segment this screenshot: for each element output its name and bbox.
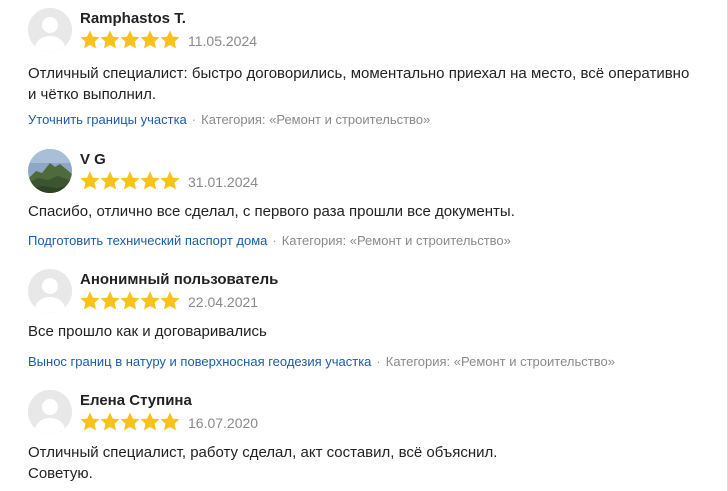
default-avatar-icon[interactable] bbox=[28, 269, 72, 313]
review-date: 16.07.2020 bbox=[188, 415, 259, 431]
review-category: Категория: «Ремонт и строительство» bbox=[281, 233, 511, 248]
service-link[interactable]: Подготовить технический паспорт дома bbox=[28, 233, 267, 248]
review-meta: Вынос границ в натуру и поверхносная гео… bbox=[28, 354, 615, 369]
review-author[interactable]: Ramphastos T. bbox=[80, 10, 186, 27]
star-rating bbox=[80, 171, 180, 191]
star-icon bbox=[160, 171, 180, 190]
star-icon bbox=[80, 171, 100, 190]
star-icon bbox=[80, 412, 100, 431]
meta-separator: · bbox=[376, 354, 381, 369]
review-author[interactable]: Анонимный пользователь bbox=[80, 271, 278, 288]
review-date: 11.05.2024 bbox=[188, 33, 258, 49]
review-text-line: Отличный специалист: быстро договорились… bbox=[28, 65, 690, 82]
review-text: Отличный специалист, работу сделал, акт … bbox=[28, 442, 718, 484]
review-text-line: Все прошло как и договаривались bbox=[28, 323, 267, 340]
meta-separator: · bbox=[272, 233, 277, 248]
star-icon bbox=[100, 171, 120, 190]
star-icon bbox=[160, 291, 180, 310]
star-rating bbox=[80, 291, 180, 311]
star-icon bbox=[140, 412, 160, 431]
star-icon bbox=[120, 412, 140, 431]
star-icon bbox=[100, 30, 120, 49]
review-text: Спасибо, отлично все сделал, с первого р… bbox=[28, 201, 718, 222]
mountain-photo-avatar[interactable] bbox=[28, 149, 72, 193]
review-text-line: и чётко выполнил. bbox=[28, 86, 157, 103]
review-category: Категория: «Ремонт и строительство» bbox=[201, 112, 431, 127]
star-icon bbox=[140, 291, 160, 310]
review-text: Отличный специалист: быстро договорились… bbox=[28, 63, 718, 105]
star-icon bbox=[100, 412, 120, 431]
review-meta: Уточнить границы участка · Категория: «Рем… bbox=[28, 112, 430, 127]
review-meta: Подготовить технический паспорт дома · Кат… bbox=[28, 233, 511, 248]
star-icon bbox=[120, 291, 140, 310]
star-icon bbox=[80, 30, 100, 49]
review-author[interactable]: V G bbox=[80, 151, 106, 168]
review-category: Категория: «Ремонт и строительство» bbox=[385, 354, 615, 369]
review-date: 22.04.2021 bbox=[188, 294, 259, 310]
review-text: Все прошло как и договаривались bbox=[28, 321, 718, 342]
meta-separator: · bbox=[191, 112, 197, 127]
review-text-line: Отличный специалист, работу сделал, акт … bbox=[28, 444, 498, 461]
star-icon bbox=[140, 171, 160, 190]
service-link[interactable]: Вынос границ в натуру и поверхносная гео… bbox=[28, 354, 371, 369]
star-rating bbox=[80, 30, 180, 50]
default-avatar-icon[interactable] bbox=[28, 390, 72, 434]
star-icon bbox=[120, 30, 140, 49]
star-icon bbox=[100, 291, 120, 310]
review-text-line: Советую. bbox=[28, 465, 93, 482]
star-icon bbox=[140, 30, 160, 49]
default-avatar-icon[interactable] bbox=[28, 8, 72, 52]
review-text-line: Спасибо, отлично все сделал, с первого р… bbox=[28, 203, 515, 220]
star-icon bbox=[160, 412, 180, 431]
review-author[interactable]: Елена Ступина bbox=[80, 392, 192, 409]
star-icon bbox=[80, 291, 100, 310]
star-rating bbox=[80, 412, 180, 432]
star-icon bbox=[120, 171, 140, 190]
service-link[interactable]: Уточнить границы участка bbox=[28, 112, 187, 127]
star-icon bbox=[160, 30, 180, 49]
review-date: 31.01.2024 bbox=[188, 174, 259, 190]
